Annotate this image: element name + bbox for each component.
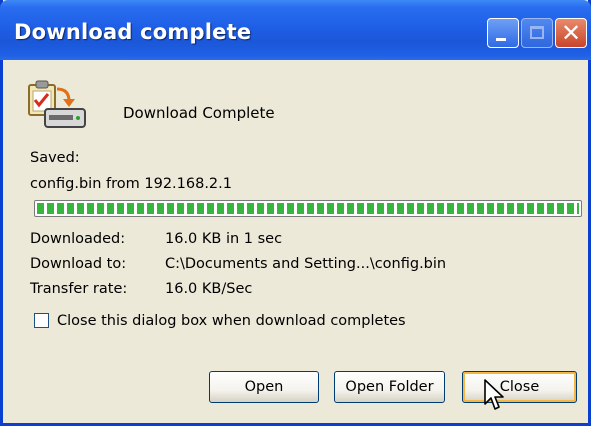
dialog-heading: Download Complete (123, 104, 275, 122)
open-folder-button[interactable]: Open Folder (334, 371, 445, 403)
saved-label: Saved: (30, 150, 80, 166)
transfer-rate-label: Transfer rate: (30, 281, 128, 297)
downloaded-label: Downloaded: (30, 231, 126, 247)
window-title: Download complete (14, 20, 252, 44)
close-button[interactable]: Close (462, 371, 577, 403)
download-to-value: C:\Documents and Setting...\config.bin (165, 256, 447, 272)
download-progress-bar (34, 200, 582, 217)
progress-fill (37, 203, 579, 214)
transfer-rate-value: 16.0 KB/Sec (165, 281, 253, 297)
open-button[interactable]: Open (209, 371, 319, 403)
saved-file: config.bin from 192.168.2.1 (30, 176, 232, 192)
close-when-complete-checkbox[interactable] (34, 313, 49, 328)
close-icon: ✕ (560, 19, 582, 47)
download-to-label: Download to: (30, 256, 127, 272)
title-bar[interactable]: Download complete ✕ (0, 0, 591, 60)
minimize-button[interactable] (487, 18, 519, 48)
downloaded-value: 16.0 KB in 1 sec (165, 231, 283, 247)
mouse-pointer-icon (484, 379, 504, 410)
download-complete-icon (28, 80, 86, 128)
download-complete-dialog: Download complete ✕ Download Complete Sa… (0, 0, 591, 426)
close-when-complete-label[interactable]: Close this dialog box when download comp… (57, 313, 406, 329)
close-window-button[interactable]: ✕ (555, 18, 587, 48)
maximize-button (521, 18, 553, 48)
